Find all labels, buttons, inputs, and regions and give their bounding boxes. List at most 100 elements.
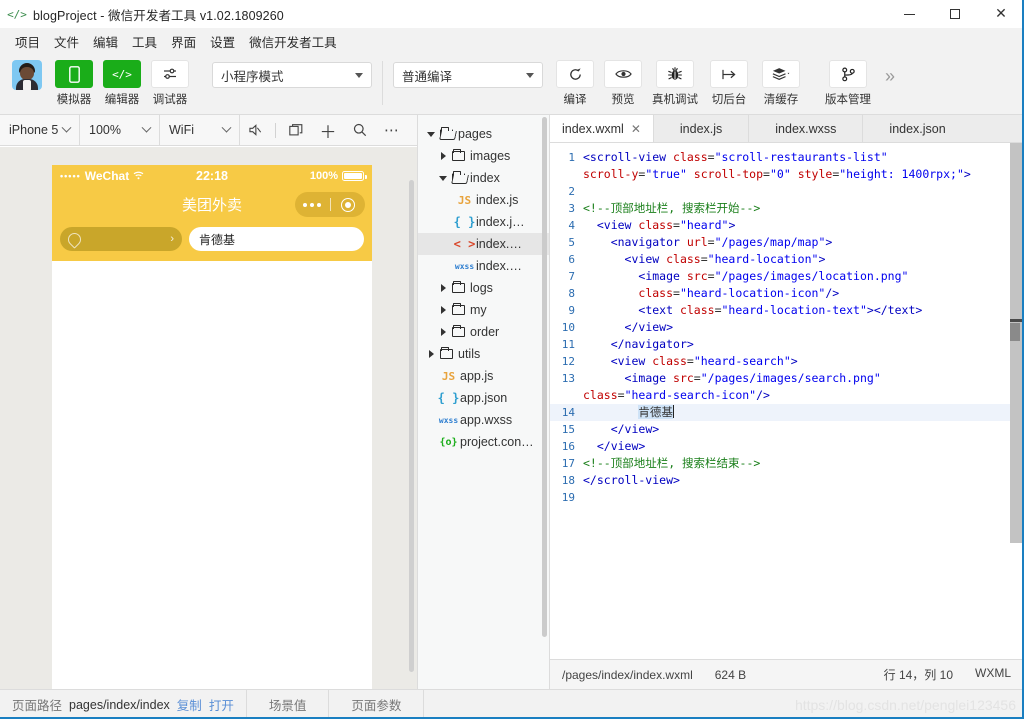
phone-search-input[interactable]: 肯德基	[189, 227, 364, 251]
tab-index-wxml[interactable]: index.wxml ✕	[550, 115, 654, 142]
folder-icon	[438, 346, 455, 359]
code-line[interactable]: 11 </navigator>	[550, 336, 1023, 353]
close-button[interactable]: ✕	[978, 0, 1024, 28]
code-line[interactable]: 5 <navigator url="/pages/map/map">	[550, 234, 1023, 251]
search-icon[interactable]	[345, 116, 375, 144]
menu-item-settings[interactable]: 设置	[203, 29, 242, 54]
tree-file-project-config[interactable]: {o} project.con…	[418, 431, 549, 453]
tree-file-index-wxml[interactable]: < > index.…	[418, 233, 549, 255]
mute-icon[interactable]	[240, 116, 270, 144]
tree-file-app-js[interactable]: JS app.js	[418, 365, 549, 387]
simulator-scrollbar[interactable]	[407, 180, 416, 688]
menu-item-edit[interactable]: 编辑	[86, 29, 125, 54]
more-icon[interactable]: ⋯	[377, 116, 407, 144]
code-line[interactable]: 10 </view>	[550, 319, 1023, 336]
compile-button[interactable]: 编译	[551, 60, 599, 107]
code-editor[interactable]: 1 <scroll-view class="scroll-restaurants-…	[550, 143, 1023, 659]
open-link[interactable]: 打开	[209, 695, 234, 714]
tree-file-index-json[interactable]: { } index.j…	[418, 211, 549, 233]
code-line[interactable]: 7 <image src="/pages/images/location.png…	[550, 268, 1023, 285]
tree-file-index-wxss[interactable]: wxss index.…	[418, 255, 549, 277]
view-toggle-group: 模拟器 </> 编辑器 调试器	[50, 60, 194, 114]
code-line[interactable]: class="heard-search-icon"/>	[550, 387, 1023, 404]
tree-folder-index[interactable]: index	[418, 167, 549, 189]
code-text: </view>	[583, 439, 646, 453]
more-dots-icon[interactable]	[295, 202, 330, 207]
zoom-select[interactable]: 100%	[80, 114, 160, 146]
minimize-button[interactable]	[886, 0, 932, 28]
tree-file-app-wxss[interactable]: wxss app.wxss	[418, 409, 549, 431]
page-params-cell[interactable]: 页面参数	[329, 689, 425, 719]
tab-index-wxss[interactable]: index.wxss	[749, 115, 864, 142]
tree-folder-my[interactable]: my	[418, 299, 549, 321]
code-line[interactable]: 1 <scroll-view class="scroll-restaurants-…	[550, 149, 1023, 166]
code-line[interactable]: 12 <view class="heard-search">	[550, 353, 1023, 370]
file-path-label: /pages/index/index.wxml	[562, 667, 693, 682]
chevron-right-icon[interactable]	[436, 328, 450, 336]
code-line[interactable]: 14 肯德基	[550, 404, 1023, 421]
user-avatar[interactable]	[12, 60, 42, 90]
code-line[interactable]: 4 <view class="heard">	[550, 217, 1023, 234]
tree-folder-pages[interactable]: pages	[418, 123, 549, 145]
close-icon[interactable]: ✕	[631, 122, 641, 136]
code-lines[interactable]: 1 <scroll-view class="scroll-restaurants-…	[550, 143, 1023, 659]
simulator-button[interactable]: 模拟器	[50, 60, 98, 107]
tree-file-app-json[interactable]: { } app.json	[418, 387, 549, 409]
tree-item-label: index.j…	[476, 215, 525, 229]
chevron-right-icon[interactable]	[436, 152, 450, 160]
menu-item-tools[interactable]: 工具	[125, 29, 164, 54]
location-pill[interactable]: ›	[60, 227, 182, 251]
chevron-right-icon[interactable]	[436, 306, 450, 314]
code-line[interactable]: 6 <view class="heard-location">	[550, 251, 1023, 268]
chevron-right-icon[interactable]	[436, 284, 450, 292]
file-tree-scrollbar[interactable]	[540, 117, 548, 687]
code-line[interactable]: scroll-y="true" scroll-top="0" style="he…	[550, 166, 1023, 183]
menu-item-ui[interactable]: 界面	[164, 29, 203, 54]
compile-select[interactable]: 普通编译	[393, 62, 543, 88]
network-select[interactable]: WiFi	[160, 114, 240, 146]
copy-link[interactable]: 复制	[177, 695, 202, 714]
menu-item-devtools[interactable]: 微信开发者工具	[242, 29, 344, 54]
location-pin-icon	[65, 229, 84, 249]
tree-file-index-js[interactable]: JS index.js	[418, 189, 549, 211]
menu-item-project[interactable]: 项目	[8, 29, 47, 54]
code-line[interactable]: 2	[550, 183, 1023, 200]
preview-button[interactable]: 预览	[599, 60, 647, 107]
tab-index-json[interactable]: index.json	[863, 115, 971, 142]
tree-folder-utils[interactable]: utils	[418, 343, 549, 365]
tree-item-label: my	[470, 303, 487, 317]
code-line[interactable]: 17 <!--顶部地址栏, 搜索栏结束-->	[550, 455, 1023, 472]
scene-value-cell[interactable]: 场景值	[247, 689, 330, 719]
menu-item-file[interactable]: 文件	[47, 29, 86, 54]
chevron-down-icon[interactable]	[424, 131, 438, 137]
code-line[interactable]: 19	[550, 489, 1023, 506]
version-control-button[interactable]: 版本管理	[819, 60, 877, 107]
chevron-right-icon[interactable]	[424, 350, 438, 358]
code-line[interactable]: 15 </view>	[550, 421, 1023, 438]
code-line[interactable]: 18 </scroll-view>	[550, 472, 1023, 489]
debugger-button[interactable]: 调试器	[146, 60, 194, 107]
code-line[interactable]: 13 <image src="/pages/images/search.png"	[550, 370, 1023, 387]
toolbar-overflow-icon[interactable]: »	[885, 66, 895, 87]
tree-folder-images[interactable]: images	[418, 145, 549, 167]
clear-cache-button[interactable]: 清缓存	[755, 60, 807, 107]
code-line[interactable]: 8 class="heard-location-icon"/>	[550, 285, 1023, 302]
tree-folder-logs[interactable]: logs	[418, 277, 549, 299]
code-line[interactable]: 3 <!--顶部地址栏, 搜索栏开始-->	[550, 200, 1023, 217]
code-line[interactable]: 16 </view>	[550, 438, 1023, 455]
device-select[interactable]: iPhone 5	[0, 114, 80, 146]
mode-select[interactable]: 小程序模式	[212, 62, 372, 88]
target-circle-icon[interactable]	[331, 197, 366, 212]
maximize-button[interactable]	[932, 0, 978, 28]
capsule-button[interactable]	[295, 192, 365, 217]
real-device-debug-button[interactable]: 真机调试	[647, 60, 703, 107]
chevron-down-icon[interactable]	[436, 175, 450, 181]
code-line[interactable]: 9 <text class="heard-location-text"></te…	[550, 302, 1023, 319]
editor-button[interactable]: </> 编辑器	[98, 60, 146, 107]
tree-folder-order[interactable]: order	[418, 321, 549, 343]
tab-index-js[interactable]: index.js	[654, 115, 750, 142]
plus-icon[interactable]: ＋	[313, 116, 343, 144]
background-button[interactable]: 切后台	[703, 60, 755, 107]
window-icon[interactable]	[281, 116, 311, 144]
